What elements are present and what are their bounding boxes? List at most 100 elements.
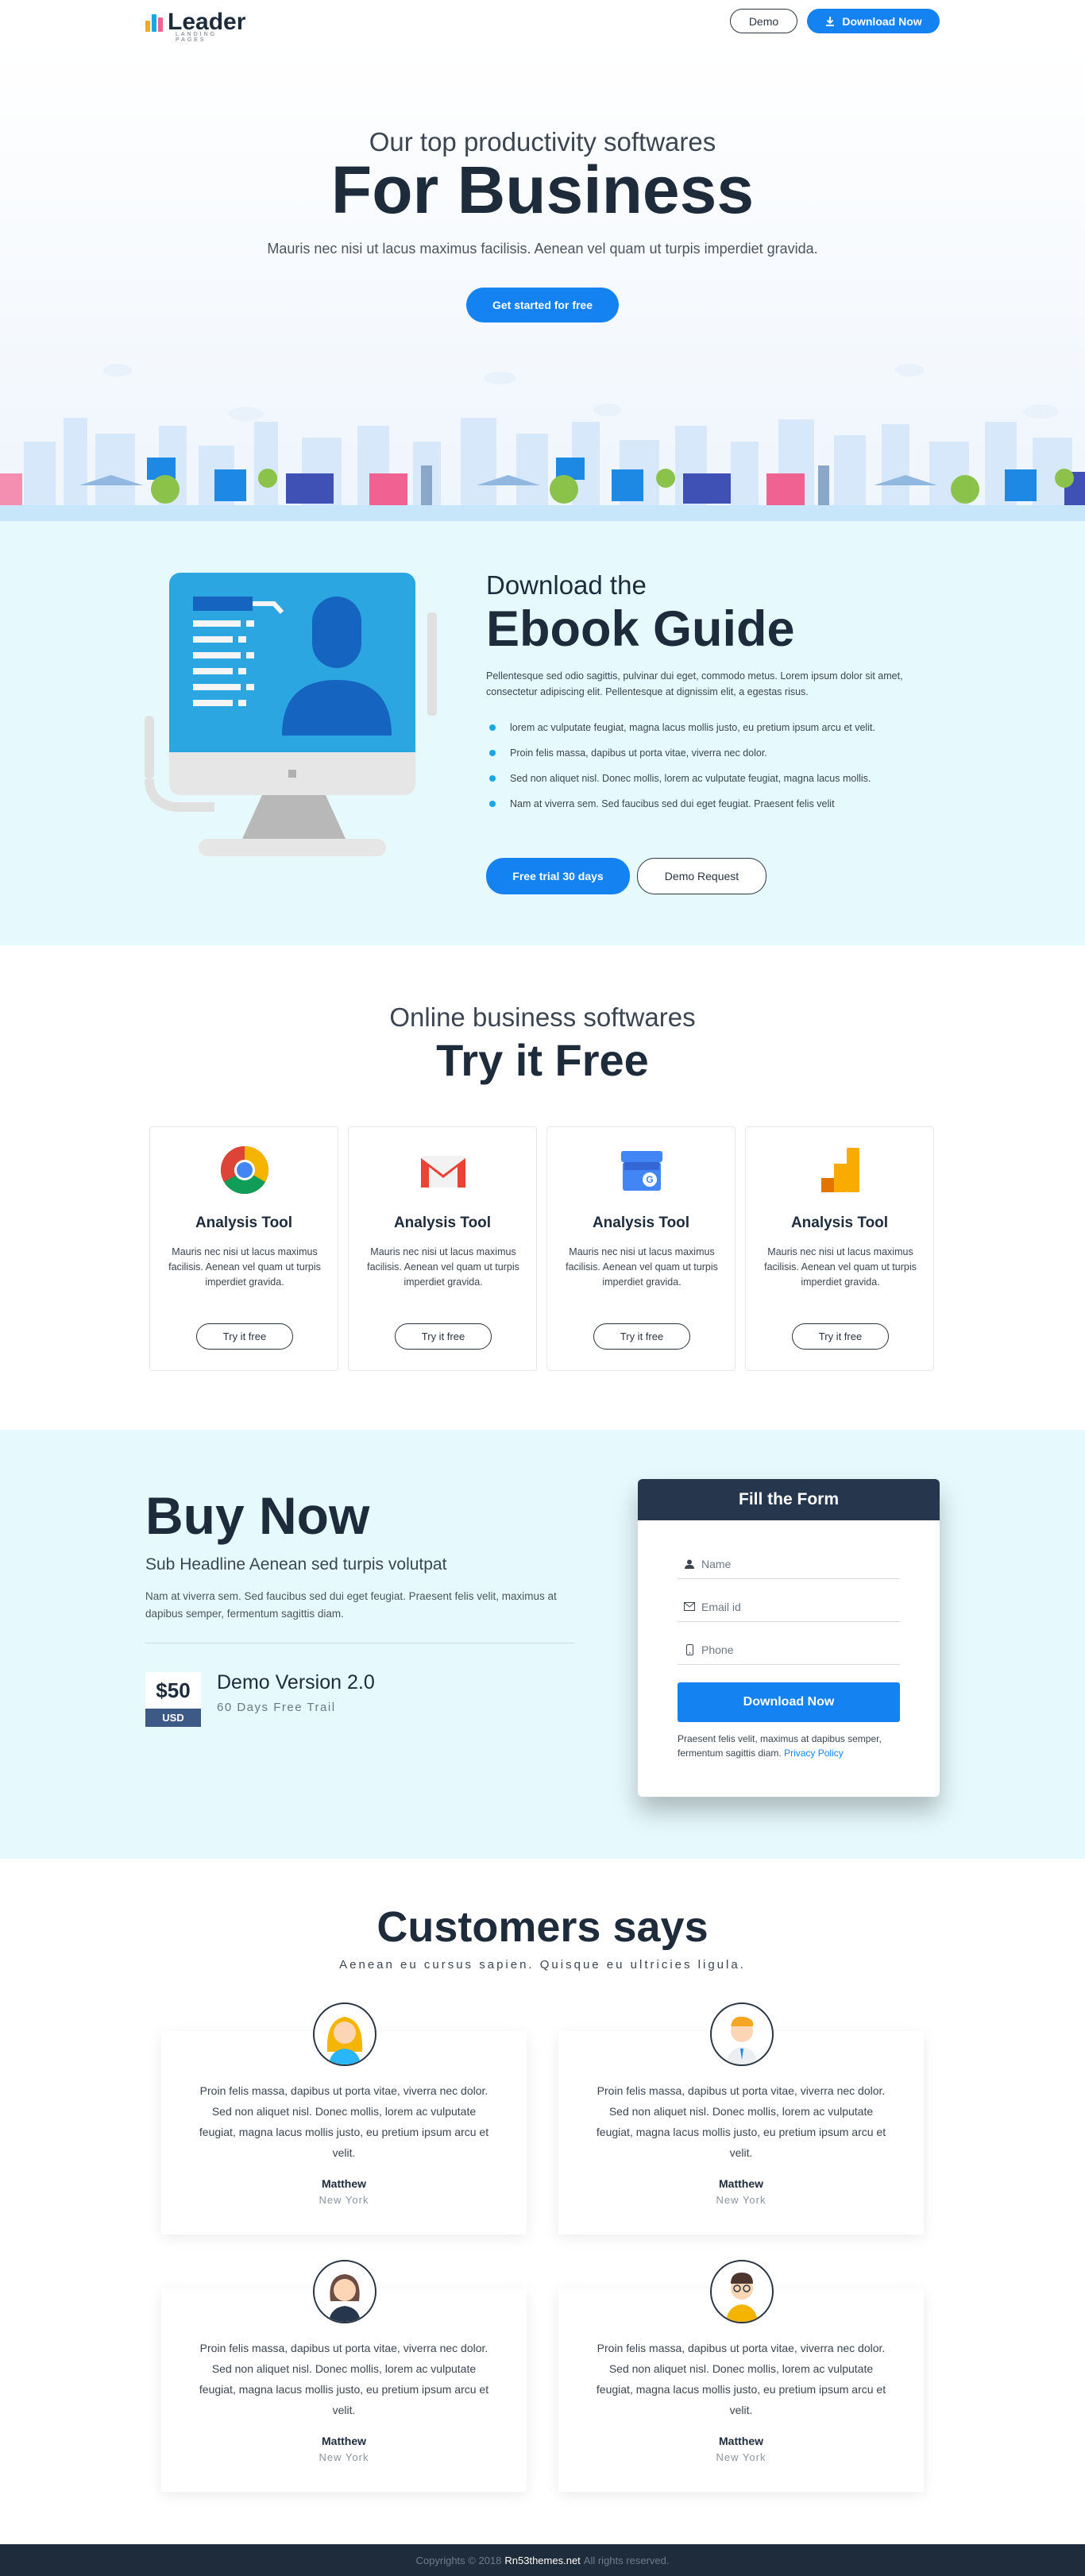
testimonial-text: Proin felis massa, dapibus ut porta vita… (199, 2342, 489, 2416)
demo-button-label: Demo (748, 14, 779, 28)
download-now-label: Download Now (842, 14, 922, 28)
city-illustration (0, 364, 1085, 521)
list-item: Proin felis massa, dapibus ut porta vita… (486, 745, 939, 761)
demo-request-button[interactable]: Demo Request (637, 858, 766, 894)
testimonials-title: Customers says (376, 1903, 709, 1951)
card-description: Mauris nec nisi ut lacus maximus facilis… (367, 1246, 519, 1288)
testimonial-name: Matthew (719, 2177, 763, 2190)
testimonial-name: Matthew (322, 2177, 366, 2190)
form-download-button[interactable]: Download Now (678, 1682, 900, 1722)
try-it-free-button[interactable]: Try it free (395, 1323, 492, 1350)
name-input[interactable] (701, 1557, 892, 1570)
try-it-free-label: Try it free (222, 1330, 267, 1342)
avatar (313, 2002, 376, 2066)
download-icon (826, 16, 835, 26)
card-title: Analysis Tool (790, 1215, 889, 1231)
get-started-button[interactable]: Get started for free (466, 288, 619, 322)
try-it-free-button[interactable]: Try it free (196, 1323, 293, 1350)
hero-title: For Business (330, 153, 755, 227)
svg-text:G: G (646, 1174, 653, 1185)
form-download-label: Download Now (743, 1695, 835, 1709)
buy-now-description: Nam at viverra sem. Sed faucibus sed dui… (145, 1590, 557, 1620)
try-free-section: Online business softwares Try it Free An… (0, 945, 1085, 1430)
testimonial-location: New York (319, 2451, 369, 2463)
plan-trial-days: 60 Days Free Trail (217, 1701, 336, 1714)
list-item: lorem ac vulputate feugiat, magna lacus … (486, 720, 939, 736)
tool-card: Analysis Tool Mauris nec nisi ut lacus m… (149, 1126, 338, 1371)
chrome-icon (220, 1146, 269, 1195)
demo-button[interactable]: Demo (730, 9, 797, 33)
testimonials-section: Customers says Aenean eu cursus sapien. … (0, 1859, 1085, 2542)
testimonial-name: Matthew (719, 2435, 763, 2447)
try-free-title: Try it Free (436, 1035, 649, 1085)
card-description: Mauris nec nisi ut lacus maximus facilis… (764, 1246, 917, 1288)
envelope-icon (678, 1602, 701, 1611)
demo-request-label: Demo Request (664, 870, 739, 882)
testimonial-card: Proin felis massa, dapibus ut porta vita… (558, 2260, 924, 2492)
try-it-free-button[interactable]: Try it free (792, 1323, 889, 1350)
plan-name: Demo Version 2.0 (217, 1671, 375, 1694)
email-input[interactable] (701, 1600, 892, 1613)
download-now-button[interactable]: Download Now (807, 9, 940, 33)
footer-brand-link[interactable]: Rn53themes.net (504, 2555, 580, 2566)
buy-now-title: Buy Now (145, 1486, 370, 1545)
man-avatar-icon (726, 2016, 758, 2064)
testimonial-card: Proin felis massa, dapibus ut porta vita… (161, 2002, 527, 2234)
card-title: Analysis Tool (195, 1215, 293, 1231)
avatar (313, 2260, 376, 2323)
ebook-pretitle: Download the (486, 570, 647, 600)
user-icon (678, 1559, 701, 1569)
ebook-feature-list: lorem ac vulputate feugiat, magna lacus … (486, 720, 939, 821)
ebook-title: Ebook Guide (486, 601, 795, 657)
man-glasses-avatar-icon (726, 2273, 758, 2322)
woman-avatar-icon (326, 2017, 363, 2064)
price: $50 (145, 1672, 201, 1709)
name-field[interactable] (678, 1549, 900, 1579)
testimonials-subtitle: Aenean eu cursus sapien. Quisque eu ultr… (339, 1958, 746, 1972)
tool-card: G Analysis Tool Mauris nec nisi ut lacus… (546, 1126, 736, 1371)
tool-card: Analysis Tool Mauris nec nisi ut lacus m… (745, 1126, 934, 1371)
computer-monitor-illustration (145, 573, 437, 856)
ebook-section: Download the Ebook Guide Pellentesque se… (0, 521, 1085, 945)
buy-now-section: Buy Now Sub Headline Aenean sed turpis v… (0, 1430, 1085, 1859)
card-title: Analysis Tool (592, 1215, 690, 1231)
list-item: Nam at viverra sem. Sed faucibus sed dui… (486, 796, 939, 812)
lead-form: Fill the Form Download Now Praesent feli… (638, 1479, 940, 1797)
try-free-pretitle: Online business softwares (389, 1002, 696, 1032)
tool-card: Analysis Tool Mauris nec nisi ut lacus m… (348, 1126, 537, 1371)
logo-text: Leader (168, 9, 246, 35)
logo-bars-icon (145, 13, 163, 32)
email-field[interactable] (678, 1592, 900, 1622)
form-note: Praesent felis velit, maximus at dapibus… (678, 1732, 900, 1760)
phone-field[interactable] (678, 1635, 900, 1665)
try-it-free-label: Try it free (421, 1330, 465, 1342)
hero-description: Mauris nec nisi ut lacus maximus facilis… (267, 241, 818, 257)
try-it-free-label: Try it free (818, 1330, 863, 1342)
testimonial-card: Proin felis massa, dapibus ut porta vita… (558, 2002, 924, 2234)
privacy-policy-link[interactable]: Privacy Policy (784, 1748, 844, 1759)
google-my-business-icon: G (621, 1151, 662, 1191)
free-trial-button[interactable]: Free trial 30 days (486, 858, 630, 894)
google-analytics-icon (821, 1148, 859, 1192)
phone-icon (678, 1643, 701, 1655)
ebook-description: Pellentesque sed odio sagittis, pulvinar… (486, 670, 903, 697)
card-title: Analysis Tool (393, 1215, 492, 1231)
avatar (710, 2260, 774, 2323)
rights-text: All rights reserved. (583, 2554, 670, 2566)
form-note-text: Praesent felis velit, maximus at dapibus… (678, 1733, 882, 1759)
testimonial-location: New York (319, 2194, 369, 2206)
testimonial-text: Proin felis massa, dapibus ut porta vita… (596, 2084, 886, 2159)
testimonial-location: New York (716, 2194, 766, 2206)
phone-input[interactable] (701, 1643, 892, 1656)
testimonial-text: Proin felis massa, dapibus ut porta vita… (199, 2084, 489, 2159)
site-header: Leader LANDING PAGES Demo Download Now (0, 0, 1085, 44)
logo[interactable]: Leader LANDING PAGES (145, 8, 246, 43)
try-it-free-label: Try it free (620, 1330, 664, 1342)
form-title: Fill the Form (638, 1479, 940, 1520)
testimonial-location: New York (716, 2451, 766, 2463)
logo-subtext: LANDING PAGES (176, 32, 218, 43)
try-it-free-button[interactable]: Try it free (593, 1323, 690, 1350)
gmail-icon (421, 1156, 465, 1188)
testimonial-name: Matthew (322, 2435, 366, 2447)
card-description: Mauris nec nisi ut lacus maximus facilis… (566, 1246, 718, 1288)
